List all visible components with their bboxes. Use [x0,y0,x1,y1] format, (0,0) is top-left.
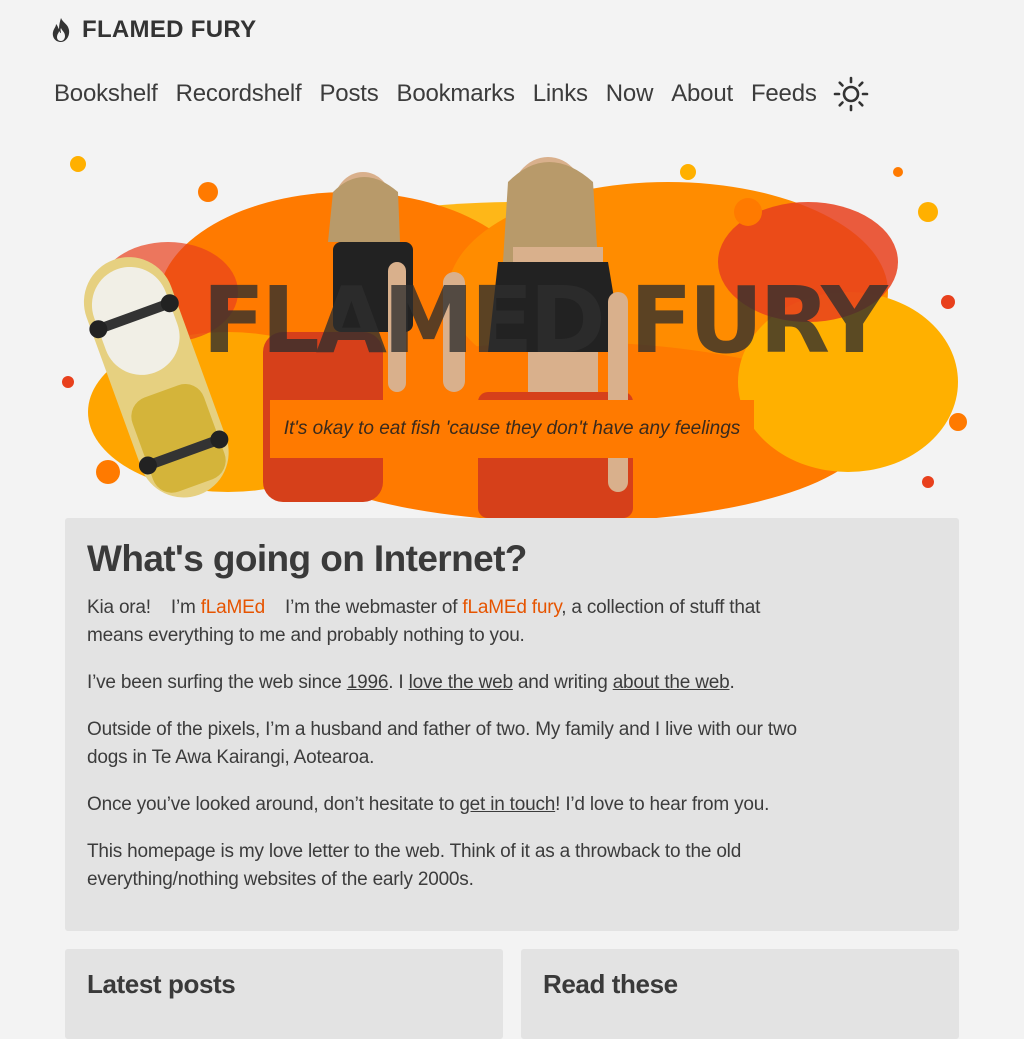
site-name-link[interactable]: fLaMEd fury [462,597,561,618]
latest-posts-heading: Latest posts [87,969,236,999]
surfing-text: I’ve been surfing the web since [87,672,347,693]
period-text: . [729,672,735,693]
site-title: FLAMED FURY [82,16,257,43]
main-nav: Bookshelf Recordshelf Posts Bookmarks Li… [54,76,869,112]
flame-icon [47,16,75,44]
about-the-web-link[interactable]: about the web [613,672,730,693]
nav-recordshelf[interactable]: Recordshelf [176,80,302,108]
webmaster-text: I’m the webmaster of [284,597,463,618]
year-1996-link[interactable]: 1996 [347,672,389,693]
im-text: I’m [170,597,201,618]
site-header: FLAMED FURY [47,16,256,44]
looked-around-text: Once you’ve looked around, don’t hesitat… [87,794,460,815]
nav-bookshelf[interactable]: Bookshelf [54,80,158,108]
nav-now[interactable]: Now [606,80,654,108]
intro-paragraph-5: This homepage is my love letter to the w… [87,841,742,890]
name-link[interactable]: fLaMEd [201,597,265,618]
hear-from-you-text: ! I’d love to hear from you. [555,794,770,815]
intro-paragraph-4: Once you’ve looked around, don’t hesitat… [87,791,807,819]
nav-bookmarks[interactable]: Bookmarks [397,80,515,108]
read-these-heading: Read these [543,969,678,999]
latest-posts-card: Latest posts [65,949,503,1039]
intro-card: What's going on Internet? Kia ora! I’m fL… [65,518,959,931]
love-the-web-link[interactable]: love the web [409,672,513,693]
nav-about[interactable]: About [671,80,733,108]
hero-artwork: FLAMED FURY [62,156,967,518]
hero-tagline: It's okay to eat fish 'cause they don't … [270,400,754,458]
nav-feeds[interactable]: Feeds [751,80,817,108]
writing-text: and writing [512,672,613,693]
i-text: . I [388,672,409,693]
nav-posts[interactable]: Posts [319,80,378,108]
read-these-card: Read these [521,949,959,1039]
intro-paragraph-3: Outside of the pixels, I’m a husband and… [87,719,797,768]
greeting-text: Kia ora! [87,597,151,618]
site-logo-link[interactable]: FLAMED FURY [47,16,256,44]
intro-paragraph-1: Kia ora! I’m fLaMEd I’m the webmaster of f… [87,594,807,650]
intro-heading: What's going on Internet? [87,538,527,579]
hero-banner: FLAMED FURY [48,152,978,518]
sun-icon[interactable] [833,76,869,112]
get-in-touch-link[interactable]: get in touch [459,794,555,815]
nav-links[interactable]: Links [533,80,588,108]
hero-overlay-text: FLAMED FURY [202,267,889,374]
intro-paragraph-2: I’ve been surfing the web since 1996. I … [87,669,807,697]
